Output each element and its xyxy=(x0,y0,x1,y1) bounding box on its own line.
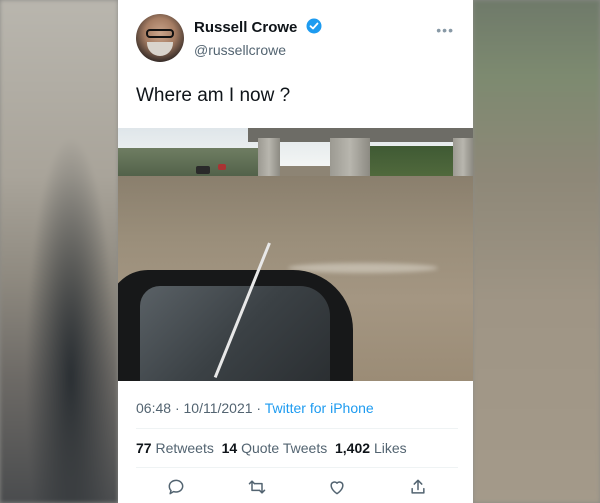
retweet-icon[interactable] xyxy=(246,476,268,498)
retweets-label: Retweets xyxy=(155,440,214,456)
tweet-header: Russell Crowe @russellcrowe ••• xyxy=(136,14,458,66)
likes-count: 1,402 xyxy=(335,440,371,456)
quote-count: 14 xyxy=(221,440,238,456)
display-name[interactable]: Russell Crowe xyxy=(194,19,297,36)
verified-badge-icon xyxy=(306,18,322,39)
tweet-meta: 06:48 · 10/11/2021 · Twitter for iPhone xyxy=(136,400,374,416)
tweet-date[interactable]: 10/11/2021 xyxy=(184,400,253,416)
share-icon[interactable] xyxy=(407,476,429,498)
tweet-source[interactable]: Twitter for iPhone xyxy=(265,400,374,416)
avatar-beard xyxy=(147,42,173,56)
reply-icon[interactable] xyxy=(165,476,187,498)
likes-stat[interactable]: 1,402 Likes xyxy=(335,440,407,456)
photo-car xyxy=(196,166,210,174)
background-right xyxy=(473,0,600,503)
handle[interactable]: @russellcrowe xyxy=(194,42,322,58)
tweet-time[interactable]: 06:48 xyxy=(136,400,171,416)
photo-wave xyxy=(288,263,438,273)
more-icon[interactable]: ••• xyxy=(436,22,454,38)
tweet-text: Where am I now ? xyxy=(136,85,291,106)
tweet-card: Russell Crowe @russellcrowe ••• Where am… xyxy=(118,0,473,503)
tweet-photo[interactable] xyxy=(118,128,473,381)
tweet-stats: 77 Retweets 14 Quote Tweets 1,402 Likes xyxy=(136,440,407,456)
photo-mirror-glass xyxy=(140,286,330,381)
quotes-stat[interactable]: 14 Quote Tweets xyxy=(222,440,328,456)
tweet-actions xyxy=(136,475,458,499)
likes-label: Likes xyxy=(373,440,407,456)
divider xyxy=(136,428,458,429)
like-icon[interactable] xyxy=(326,476,348,498)
meta-separator: · xyxy=(256,400,265,416)
background-left xyxy=(0,0,118,503)
retweets-count: 77 xyxy=(136,440,152,456)
photo-car xyxy=(218,164,226,170)
avatar[interactable] xyxy=(136,14,184,62)
author-names: Russell Crowe @russellcrowe xyxy=(194,18,322,58)
divider xyxy=(136,467,458,468)
meta-separator: · xyxy=(174,400,184,416)
quote-label: Quote Tweets xyxy=(241,440,328,456)
retweets-stat[interactable]: 77 Retweets xyxy=(136,440,214,456)
avatar-glasses xyxy=(146,29,174,38)
